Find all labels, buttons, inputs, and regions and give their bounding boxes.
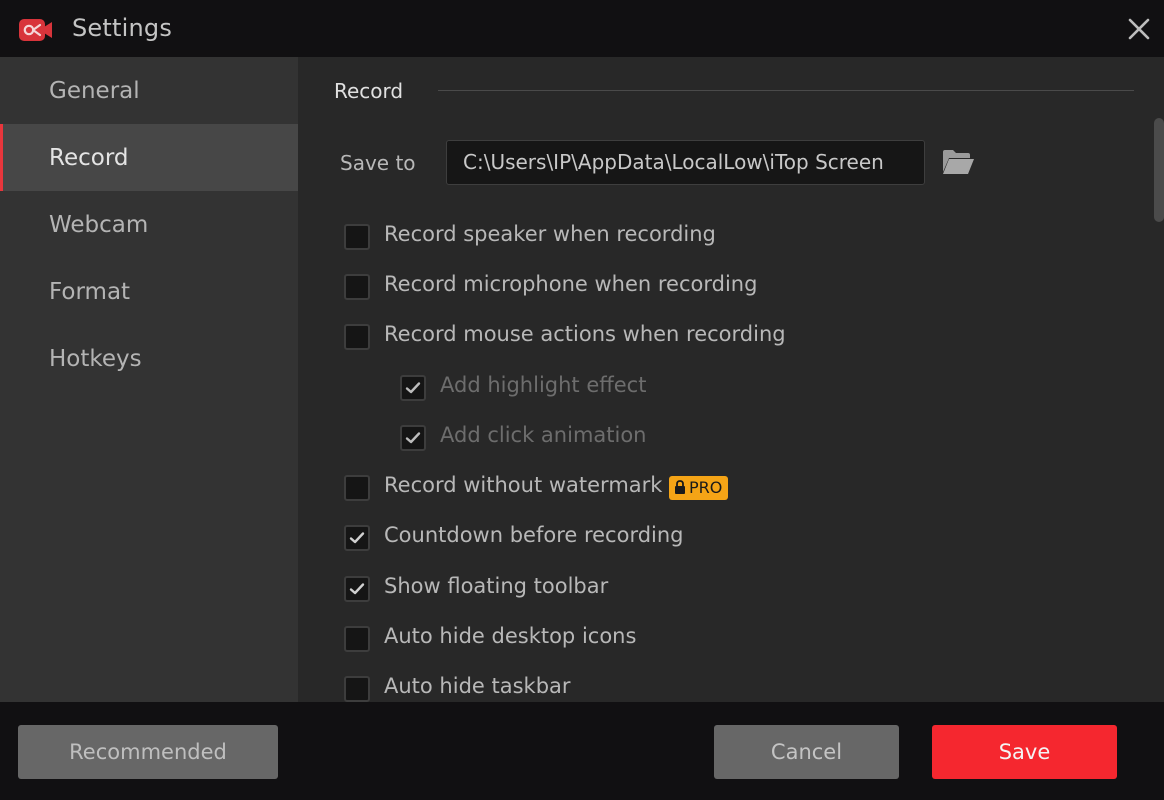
sidebar-item-label: Hotkeys — [49, 345, 142, 372]
option-countdown-before-recording[interactable]: Countdown before recording — [344, 522, 704, 554]
option-show-floating-toolbar[interactable]: Show floating toolbar — [344, 573, 644, 605]
option-label: Auto hide taskbar — [384, 674, 571, 698]
scrollbar-thumb[interactable] — [1154, 118, 1164, 222]
option-label: Record mouse actions when recording — [384, 322, 786, 346]
checkbox[interactable] — [344, 224, 370, 250]
checkmark-icon — [349, 532, 365, 544]
checkbox-checked[interactable] — [400, 375, 426, 401]
scrollbar[interactable] — [1152, 57, 1164, 702]
checkbox-checked[interactable] — [344, 576, 370, 602]
checkbox[interactable] — [344, 324, 370, 350]
option-label: Record microphone when recording — [384, 272, 758, 296]
save-button[interactable]: Save — [932, 725, 1117, 779]
option-auto-hide-desktop-icons[interactable]: Auto hide desktop icons — [344, 623, 664, 655]
option-label: Record speaker when recording — [384, 222, 716, 246]
lock-icon — [675, 480, 685, 494]
sidebar-item-label: Record — [49, 144, 129, 171]
save-to-label: Save to — [340, 151, 416, 175]
checkbox[interactable] — [344, 676, 370, 702]
close-icon[interactable] — [1120, 10, 1158, 48]
sidebar-item-general[interactable]: General — [0, 57, 298, 124]
section-title: Record — [334, 79, 404, 103]
cancel-button[interactable]: Cancel — [714, 725, 899, 779]
option-label: Add click animation — [440, 423, 647, 447]
pro-badge-label: PRO — [689, 478, 723, 497]
option-record-without-watermark[interactable]: Record without watermark PRO — [344, 472, 744, 504]
recommended-button[interactable]: Recommended — [18, 725, 278, 779]
sidebar-item-hotkeys[interactable]: Hotkeys — [0, 325, 298, 392]
sidebar-item-label: General — [49, 77, 140, 104]
checkbox-checked[interactable] — [344, 525, 370, 551]
sidebar-nav: General Record Webcam Format Hotkeys — [0, 57, 298, 702]
window-title: Settings — [72, 14, 173, 42]
checkbox-checked[interactable] — [400, 425, 426, 451]
checkbox[interactable] — [344, 475, 370, 501]
option-add-highlight-effect[interactable]: Add highlight effect — [400, 372, 660, 404]
pro-badge: PRO — [669, 476, 729, 500]
title-bar: Settings — [0, 0, 1164, 57]
option-record-speaker[interactable]: Record speaker when recording — [344, 221, 764, 253]
sidebar-item-label: Format — [49, 278, 131, 305]
option-label: Auto hide desktop icons — [384, 624, 637, 648]
option-record-mouse-actions[interactable]: Record mouse actions when recording — [344, 321, 786, 353]
option-label: Show floating toolbar — [384, 574, 609, 598]
section-divider — [438, 90, 1134, 91]
option-label: Add highlight effect — [440, 373, 647, 397]
checkmark-icon — [349, 583, 365, 595]
option-record-microphone[interactable]: Record microphone when recording — [344, 271, 764, 303]
folder-open-icon[interactable] — [941, 148, 975, 176]
settings-panel: Record Save to C:\Users\IP\AppData\Local… — [298, 57, 1164, 702]
sidebar-item-format[interactable]: Format — [0, 258, 298, 325]
sidebar-item-record[interactable]: Record — [0, 124, 298, 191]
video-camera-logo-icon — [18, 17, 54, 43]
save-path-input[interactable]: C:\Users\IP\AppData\LocalLow\iTop Screen — [446, 140, 925, 185]
option-label: Countdown before recording — [384, 523, 684, 547]
option-add-click-animation[interactable]: Add click animation — [400, 422, 660, 454]
checkmark-icon — [405, 432, 421, 444]
sidebar-item-webcam[interactable]: Webcam — [0, 191, 298, 258]
checkbox[interactable] — [344, 626, 370, 652]
footer-bar: Recommended Cancel Save — [0, 702, 1164, 800]
checkmark-icon — [405, 382, 421, 394]
checkbox[interactable] — [344, 274, 370, 300]
option-auto-hide-taskbar[interactable]: Auto hide taskbar — [344, 673, 604, 702]
sidebar-item-label: Webcam — [49, 211, 149, 238]
option-label: Record without watermark — [384, 473, 663, 497]
